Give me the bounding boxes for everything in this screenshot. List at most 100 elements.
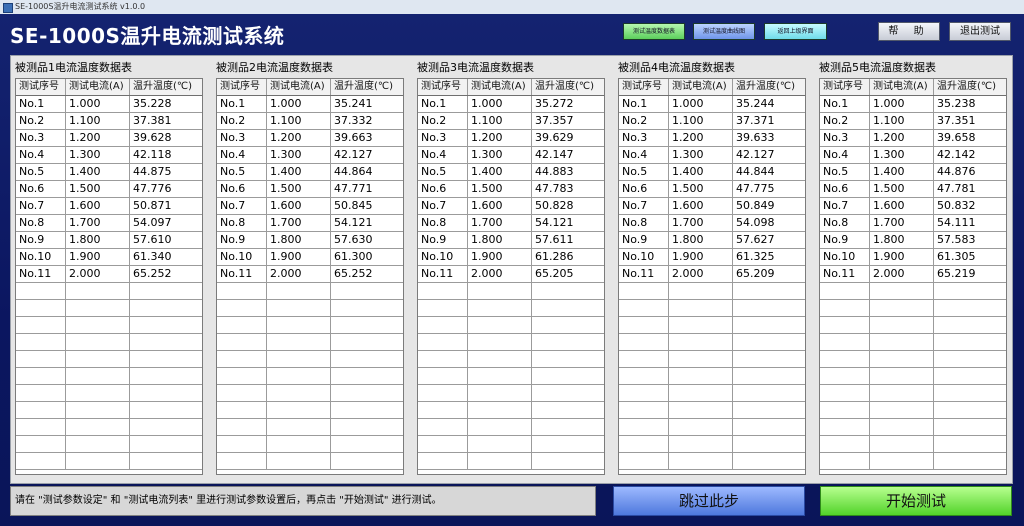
table-row[interactable]: No.9 1.800 57.610 bbox=[16, 232, 202, 249]
table-row[interactable]: No.8 1.700 54.098 bbox=[619, 215, 805, 232]
table-row[interactable] bbox=[418, 402, 604, 419]
table-row[interactable] bbox=[418, 385, 604, 402]
table-row[interactable]: No.10 1.900 61.325 bbox=[619, 249, 805, 266]
table-row[interactable]: No.8 1.700 54.111 bbox=[820, 215, 1006, 232]
table-row[interactable]: No.11 2.000 65.209 bbox=[619, 266, 805, 283]
skip-step-button[interactable]: 跳过此步 bbox=[613, 486, 805, 516]
table-row[interactable] bbox=[16, 300, 202, 317]
table-row[interactable]: No.2 1.100 37.381 bbox=[16, 113, 202, 130]
table-row[interactable]: No.9 1.800 57.583 bbox=[820, 232, 1006, 249]
table-row[interactable] bbox=[217, 283, 403, 300]
table-row[interactable]: No.9 1.800 57.611 bbox=[418, 232, 604, 249]
table-row[interactable]: No.5 1.400 44.883 bbox=[418, 164, 604, 181]
table-grid[interactable]: 测试序号 测试电流(A) 温升温度(℃) No.1 1.000 35.272 No.2 1.1… bbox=[417, 78, 605, 475]
table-row[interactable] bbox=[418, 283, 604, 300]
table-row[interactable] bbox=[217, 300, 403, 317]
table-row[interactable] bbox=[820, 368, 1006, 385]
table-row[interactable] bbox=[820, 436, 1006, 453]
table-row[interactable]: No.2 1.100 37.351 bbox=[820, 113, 1006, 130]
table-row[interactable] bbox=[820, 351, 1006, 368]
table-row[interactable]: No.6 1.500 47.776 bbox=[16, 181, 202, 198]
table-row[interactable] bbox=[217, 402, 403, 419]
table-row[interactable]: No.7 1.600 50.849 bbox=[619, 198, 805, 215]
table-row[interactable]: No.11 2.000 65.252 bbox=[217, 266, 403, 283]
table-row[interactable]: No.6 1.500 47.783 bbox=[418, 181, 604, 198]
table-row[interactable]: No.9 1.800 57.630 bbox=[217, 232, 403, 249]
table-grid[interactable]: 测试序号 测试电流(A) 温升温度(℃) No.1 1.000 35.238 No.2 1.1… bbox=[819, 78, 1007, 475]
table-row[interactable]: No.8 1.700 54.121 bbox=[418, 215, 604, 232]
table-row[interactable]: No.2 1.100 37.357 bbox=[418, 113, 604, 130]
table-row[interactable] bbox=[619, 368, 805, 385]
exit-test-button[interactable]: 退出测试 bbox=[949, 22, 1011, 41]
table-row[interactable]: No.3 1.200 39.663 bbox=[217, 130, 403, 147]
table-row[interactable] bbox=[820, 300, 1006, 317]
table-row[interactable] bbox=[418, 453, 604, 470]
table-row[interactable] bbox=[16, 283, 202, 300]
table-row[interactable] bbox=[217, 368, 403, 385]
table-row[interactable]: No.4 1.300 42.127 bbox=[217, 147, 403, 164]
table-row[interactable]: No.8 1.700 54.097 bbox=[16, 215, 202, 232]
table-row[interactable] bbox=[619, 385, 805, 402]
table-row[interactable] bbox=[217, 317, 403, 334]
table-row[interactable]: No.5 1.400 44.876 bbox=[820, 164, 1006, 181]
table-row[interactable] bbox=[16, 368, 202, 385]
help-button[interactable]: 帮 助 bbox=[878, 22, 940, 41]
table-row[interactable] bbox=[418, 436, 604, 453]
table-grid[interactable]: 测试序号 测试电流(A) 温升温度(℃) No.1 1.000 35.241 No.2 1.1… bbox=[216, 78, 404, 475]
table-row[interactable]: No.2 1.100 37.371 bbox=[619, 113, 805, 130]
table-row[interactable]: No.7 1.600 50.871 bbox=[16, 198, 202, 215]
table-row[interactable]: No.5 1.400 44.875 bbox=[16, 164, 202, 181]
table-row[interactable]: No.11 2.000 65.219 bbox=[820, 266, 1006, 283]
table-row[interactable]: No.5 1.400 44.864 bbox=[217, 164, 403, 181]
table-row[interactable] bbox=[619, 351, 805, 368]
table-row[interactable] bbox=[820, 419, 1006, 436]
table-row[interactable] bbox=[820, 453, 1006, 470]
table-row[interactable] bbox=[217, 419, 403, 436]
table-row[interactable] bbox=[418, 334, 604, 351]
table-row[interactable]: No.6 1.500 47.771 bbox=[217, 181, 403, 198]
table-row[interactable] bbox=[16, 436, 202, 453]
table-row[interactable] bbox=[820, 385, 1006, 402]
table-row[interactable]: No.6 1.500 47.775 bbox=[619, 181, 805, 198]
table-row[interactable]: No.4 1.300 42.127 bbox=[619, 147, 805, 164]
table-row[interactable]: No.10 1.900 61.300 bbox=[217, 249, 403, 266]
table-row[interactable] bbox=[217, 453, 403, 470]
temperature-table-button[interactable]: 测试温度数据表 bbox=[623, 23, 685, 40]
table-row[interactable]: No.4 1.300 42.142 bbox=[820, 147, 1006, 164]
table-row[interactable] bbox=[16, 385, 202, 402]
table-row[interactable] bbox=[619, 300, 805, 317]
table-row[interactable]: No.3 1.200 39.633 bbox=[619, 130, 805, 147]
table-row[interactable]: No.7 1.600 50.845 bbox=[217, 198, 403, 215]
table-row[interactable]: No.3 1.200 39.629 bbox=[418, 130, 604, 147]
table-row[interactable]: No.4 1.300 42.118 bbox=[16, 147, 202, 164]
start-test-button[interactable]: 开始测试 bbox=[820, 486, 1012, 516]
table-row[interactable] bbox=[418, 368, 604, 385]
table-row[interactable] bbox=[619, 334, 805, 351]
table-row[interactable]: No.8 1.700 54.121 bbox=[217, 215, 403, 232]
table-row[interactable]: No.7 1.600 50.832 bbox=[820, 198, 1006, 215]
table-row[interactable]: No.5 1.400 44.844 bbox=[619, 164, 805, 181]
table-row[interactable] bbox=[820, 334, 1006, 351]
table-row[interactable]: No.11 2.000 65.205 bbox=[418, 266, 604, 283]
table-row[interactable] bbox=[619, 317, 805, 334]
table-row[interactable] bbox=[619, 453, 805, 470]
table-row[interactable] bbox=[418, 317, 604, 334]
table-row[interactable] bbox=[619, 402, 805, 419]
table-row[interactable]: No.9 1.800 57.627 bbox=[619, 232, 805, 249]
table-row[interactable] bbox=[16, 317, 202, 334]
table-row[interactable] bbox=[217, 385, 403, 402]
table-row[interactable]: No.10 1.900 61.305 bbox=[820, 249, 1006, 266]
table-row[interactable]: No.3 1.200 39.628 bbox=[16, 130, 202, 147]
temperature-chart-button[interactable]: 测试温度曲线图 bbox=[693, 23, 755, 40]
table-row[interactable] bbox=[820, 402, 1006, 419]
table-row[interactable] bbox=[619, 283, 805, 300]
table-row[interactable]: No.4 1.300 42.147 bbox=[418, 147, 604, 164]
table-row[interactable]: No.2 1.100 37.332 bbox=[217, 113, 403, 130]
table-row[interactable]: No.11 2.000 65.252 bbox=[16, 266, 202, 283]
table-row[interactable] bbox=[619, 419, 805, 436]
table-grid[interactable]: 测试序号 测试电流(A) 温升温度(℃) No.1 1.000 35.244 No.2 1.1… bbox=[618, 78, 806, 475]
table-row[interactable] bbox=[418, 300, 604, 317]
table-row[interactable]: No.1 1.000 35.238 bbox=[820, 96, 1006, 113]
table-row[interactable]: No.6 1.500 47.781 bbox=[820, 181, 1006, 198]
table-row[interactable] bbox=[16, 351, 202, 368]
